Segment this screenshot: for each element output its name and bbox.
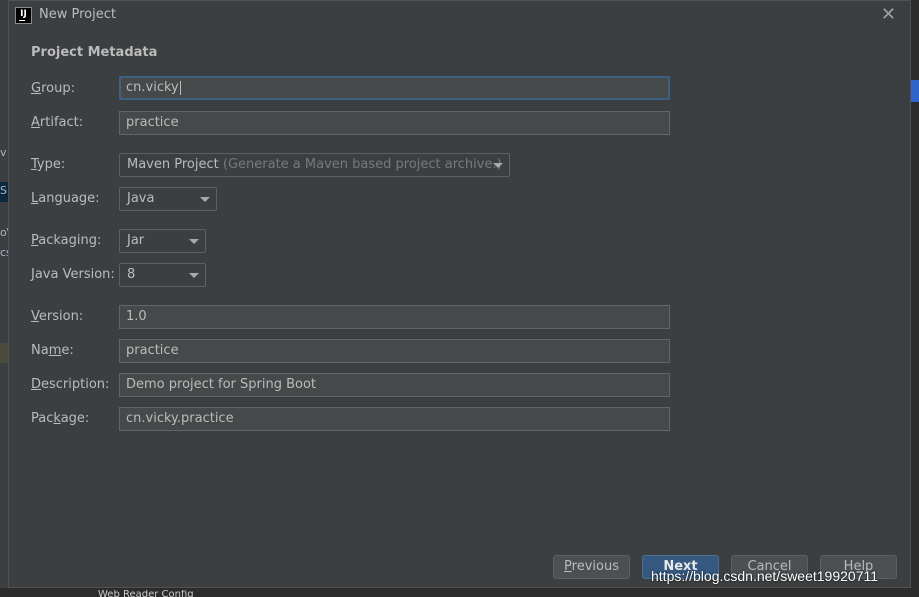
name-label: Name: bbox=[31, 343, 74, 358]
version-label: Version: bbox=[31, 309, 84, 324]
chevron-down-icon bbox=[200, 197, 210, 202]
new-project-dialog: IJ New Project ✕ Project Metadata Group:… bbox=[8, 0, 911, 588]
java-version-label: Java Version: bbox=[31, 267, 115, 282]
language-label: Language: bbox=[31, 191, 100, 206]
description-input[interactable]: Demo project for Spring Boot bbox=[119, 373, 670, 397]
chevron-down-icon bbox=[189, 273, 199, 278]
artifact-input[interactable]: practice bbox=[119, 111, 670, 135]
background-ide-strip bbox=[0, 0, 8, 597]
intellij-icon: IJ bbox=[15, 7, 32, 24]
close-icon[interactable]: ✕ bbox=[881, 5, 896, 25]
background-text: cs bbox=[0, 246, 8, 259]
type-label: Type: bbox=[31, 157, 66, 172]
packaging-label: Packaging: bbox=[31, 233, 102, 248]
chevron-down-icon bbox=[189, 239, 199, 244]
type-dropdown[interactable]: Maven Project (Generate a Maven based pr… bbox=[119, 153, 510, 177]
previous-button[interactable]: Previous bbox=[553, 555, 630, 579]
name-input[interactable]: practice bbox=[119, 339, 670, 363]
packaging-dropdown[interactable]: Jar bbox=[119, 229, 206, 253]
description-label: Description: bbox=[31, 377, 110, 392]
dialog-titlebar[interactable]: IJ New Project ✕ bbox=[9, 1, 910, 31]
chevron-down-icon bbox=[493, 163, 503, 168]
group-input[interactable]: cn.vicky bbox=[119, 76, 670, 100]
watermark: https://blog.csdn.net/sweet19920711 bbox=[651, 568, 879, 584]
background-text: v bbox=[0, 146, 7, 159]
version-input[interactable]: 1.0 bbox=[119, 305, 670, 329]
section-title: Project Metadata bbox=[31, 45, 158, 60]
dialog-title: New Project bbox=[39, 7, 116, 22]
package-label: Package: bbox=[31, 411, 90, 426]
text-caret bbox=[179, 80, 181, 95]
background-selection bbox=[0, 343, 8, 363]
background-selection-right bbox=[911, 80, 919, 102]
package-input[interactable]: cn.vicky.practice bbox=[119, 407, 670, 431]
group-label: Group: bbox=[31, 81, 75, 96]
background-bottom-text: Web Reader Config bbox=[98, 590, 194, 597]
language-dropdown[interactable]: Java bbox=[119, 187, 217, 211]
java-version-dropdown[interactable]: 8 bbox=[119, 263, 206, 287]
background-text: S bbox=[0, 184, 7, 197]
artifact-label: Artifact: bbox=[31, 115, 84, 130]
background-text: o\ bbox=[0, 226, 8, 239]
